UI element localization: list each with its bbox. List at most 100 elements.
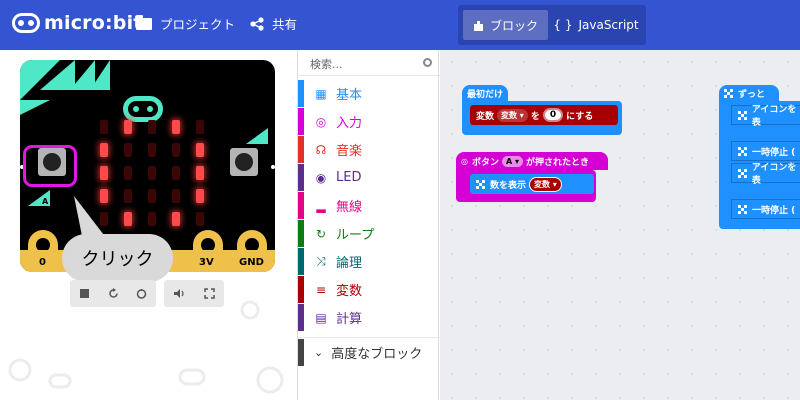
led-pixel xyxy=(196,120,204,134)
tab-blocks[interactable]: ブロック xyxy=(463,10,548,40)
projects-button[interactable]: プロジェクト xyxy=(136,14,235,33)
grid-icon: ▦ xyxy=(315,86,327,101)
toolbox-search[interactable]: 検索... xyxy=(298,50,440,76)
grid-icon xyxy=(738,168,747,178)
microbit-face-logo[interactable] xyxy=(123,96,163,122)
pin-gnd-label: GND xyxy=(239,257,264,268)
share-icon xyxy=(250,16,264,31)
microbit-logo-icon xyxy=(12,13,40,33)
on-start-block[interactable]: 最初だけ 変数 変数 ▾ を 0 にする xyxy=(462,85,622,135)
category-label: 変数 xyxy=(336,284,363,299)
category-color-bar xyxy=(298,304,304,331)
led-pixel xyxy=(124,143,132,157)
debug-icon[interactable] xyxy=(127,280,156,307)
toolbox-category[interactable]: ↻ ループ xyxy=(298,220,440,247)
category-label: 基本 xyxy=(336,88,363,103)
led-pixel xyxy=(100,120,108,134)
category-label: ループ xyxy=(336,228,375,243)
button-b[interactable] xyxy=(230,148,258,176)
set-variable-label: 変数 xyxy=(476,111,495,122)
on-button-suffix: が押されたとき xyxy=(526,157,590,168)
tab-javascript[interactable]: { } JavaScript xyxy=(550,10,642,40)
led-pixel xyxy=(124,212,132,226)
pause-block[interactable]: 一時停止 ( xyxy=(731,141,800,161)
toolbox-category[interactable]: ☊ 音楽 xyxy=(298,136,440,163)
top-bar: micro:bit プロジェクト 共有 ブロック { } JavaScript xyxy=(0,0,800,50)
fullscreen-icon[interactable] xyxy=(194,280,224,307)
grid-icon xyxy=(738,146,747,156)
restart-icon[interactable] xyxy=(99,280,128,307)
headphones-icon: ☊ xyxy=(315,142,327,157)
toggle-icon: ◉ xyxy=(315,170,327,185)
led-pixel xyxy=(148,166,156,180)
led-pixel xyxy=(196,212,204,226)
show-icon-block[interactable]: アイコンを表 xyxy=(731,105,800,128)
toolbox-category[interactable]: ◎ 入力 xyxy=(298,108,440,135)
sound-icon[interactable] xyxy=(164,280,194,307)
toolbox-category[interactable]: ▂ 無線 xyxy=(298,192,440,219)
variable-name: 変数 xyxy=(534,179,551,189)
variable-reporter[interactable]: 変数 ▾ xyxy=(529,176,562,192)
forever-body: アイコンを表 一時停止 ( アイコンを表 一時停止 ( xyxy=(719,101,800,229)
share-button[interactable]: 共有 xyxy=(250,14,297,33)
logo-text: micro:bit xyxy=(44,12,143,34)
grid-icon xyxy=(476,179,485,189)
grid-icon xyxy=(738,204,747,214)
puzzle-icon xyxy=(473,20,483,31)
set-variable-block[interactable]: 変数 変数 ▾ を 0 にする xyxy=(470,105,618,125)
toolbox: 検索... ▦ 基本 ◎ 入力 ☊ 音楽 ◉ LED ▂ 無線 ↻ ループ ⤨ 論理 ≡ 変数 ▤ 計算 ⌄ 高度… xyxy=(297,50,440,400)
variable-name: 変数 xyxy=(501,110,518,120)
calculator-icon: ▤ xyxy=(315,310,327,325)
refresh-icon: ↻ xyxy=(315,226,327,241)
on-button-body: 数を表示 変数 ▾ xyxy=(456,170,596,202)
show-icon-label: アイコンを表 xyxy=(751,105,797,128)
pause-block[interactable]: 一時停止 ( xyxy=(731,199,800,219)
stop-icon[interactable] xyxy=(70,280,99,307)
toolbox-category[interactable]: ⤨ 論理 xyxy=(298,248,440,275)
led-pixel xyxy=(172,143,180,157)
led-pixel xyxy=(148,189,156,203)
toolbox-category[interactable]: ◉ LED xyxy=(298,164,440,191)
value-field[interactable]: 0 xyxy=(542,108,564,122)
button-dropdown[interactable]: A ▾ xyxy=(502,155,524,167)
advanced-blocks-bar xyxy=(298,339,304,366)
led-pixel xyxy=(172,166,180,180)
forever-hat: ずっと xyxy=(719,85,779,101)
led-pixel xyxy=(172,212,180,226)
on-button-pressed-block[interactable]: ◎ ボタン A ▾ が押されたとき 数を表示 変数 ▾ xyxy=(456,152,608,202)
toolbox-category[interactable]: ≡ 変数 xyxy=(298,276,440,303)
grid-icon xyxy=(738,110,747,120)
category-color-bar xyxy=(298,164,304,191)
category-color-bar xyxy=(298,136,304,163)
sim-controls-right xyxy=(164,280,224,307)
button-a-highlight xyxy=(23,145,77,187)
category-color-bar xyxy=(298,192,304,219)
editor-toggle: ブロック { } JavaScript xyxy=(458,5,646,45)
category-color-bar xyxy=(298,80,304,107)
sim-controls-left xyxy=(70,280,156,307)
code-icon: { } xyxy=(553,18,573,32)
category-color-bar xyxy=(298,108,304,135)
search-icon xyxy=(423,58,432,67)
pin-0-label: 0 xyxy=(39,257,46,268)
share-label: 共有 xyxy=(272,17,298,32)
button-b-label: B xyxy=(250,131,257,140)
on-start-hat: 最初だけ xyxy=(462,85,508,101)
simulator-panel: A B 0 3V GND クリック xyxy=(0,50,297,400)
show-number-label: 数を表示 xyxy=(490,180,527,191)
variable-dropdown[interactable]: 変数 ▾ xyxy=(497,108,528,122)
show-number-block[interactable]: 数を表示 変数 ▾ xyxy=(470,174,594,194)
forever-block[interactable]: ずっと アイコンを表 一時停止 ( アイコンを表 一時停止 ( xyxy=(719,85,800,229)
microbit-logo[interactable]: micro:bit xyxy=(12,12,143,34)
pin-3v-label: 3V xyxy=(199,257,214,268)
led-pixel xyxy=(196,189,204,203)
show-icon-block[interactable]: アイコンを表 xyxy=(731,163,800,186)
blocks-workspace[interactable]: 最初だけ 変数 変数 ▾ を 0 にする ◎ ボタン A ▾ が押されたとき 数… xyxy=(440,50,800,400)
click-callout: クリック xyxy=(62,234,173,282)
category-color-bar xyxy=(298,220,304,247)
toolbox-category[interactable]: ▤ 計算 xyxy=(298,304,440,331)
category-label: LED xyxy=(336,170,362,185)
category-label: 入力 xyxy=(336,116,363,131)
toolbox-category[interactable]: ▦ 基本 xyxy=(298,80,440,107)
advanced-blocks[interactable]: ⌄ 高度なブロック xyxy=(298,337,440,367)
